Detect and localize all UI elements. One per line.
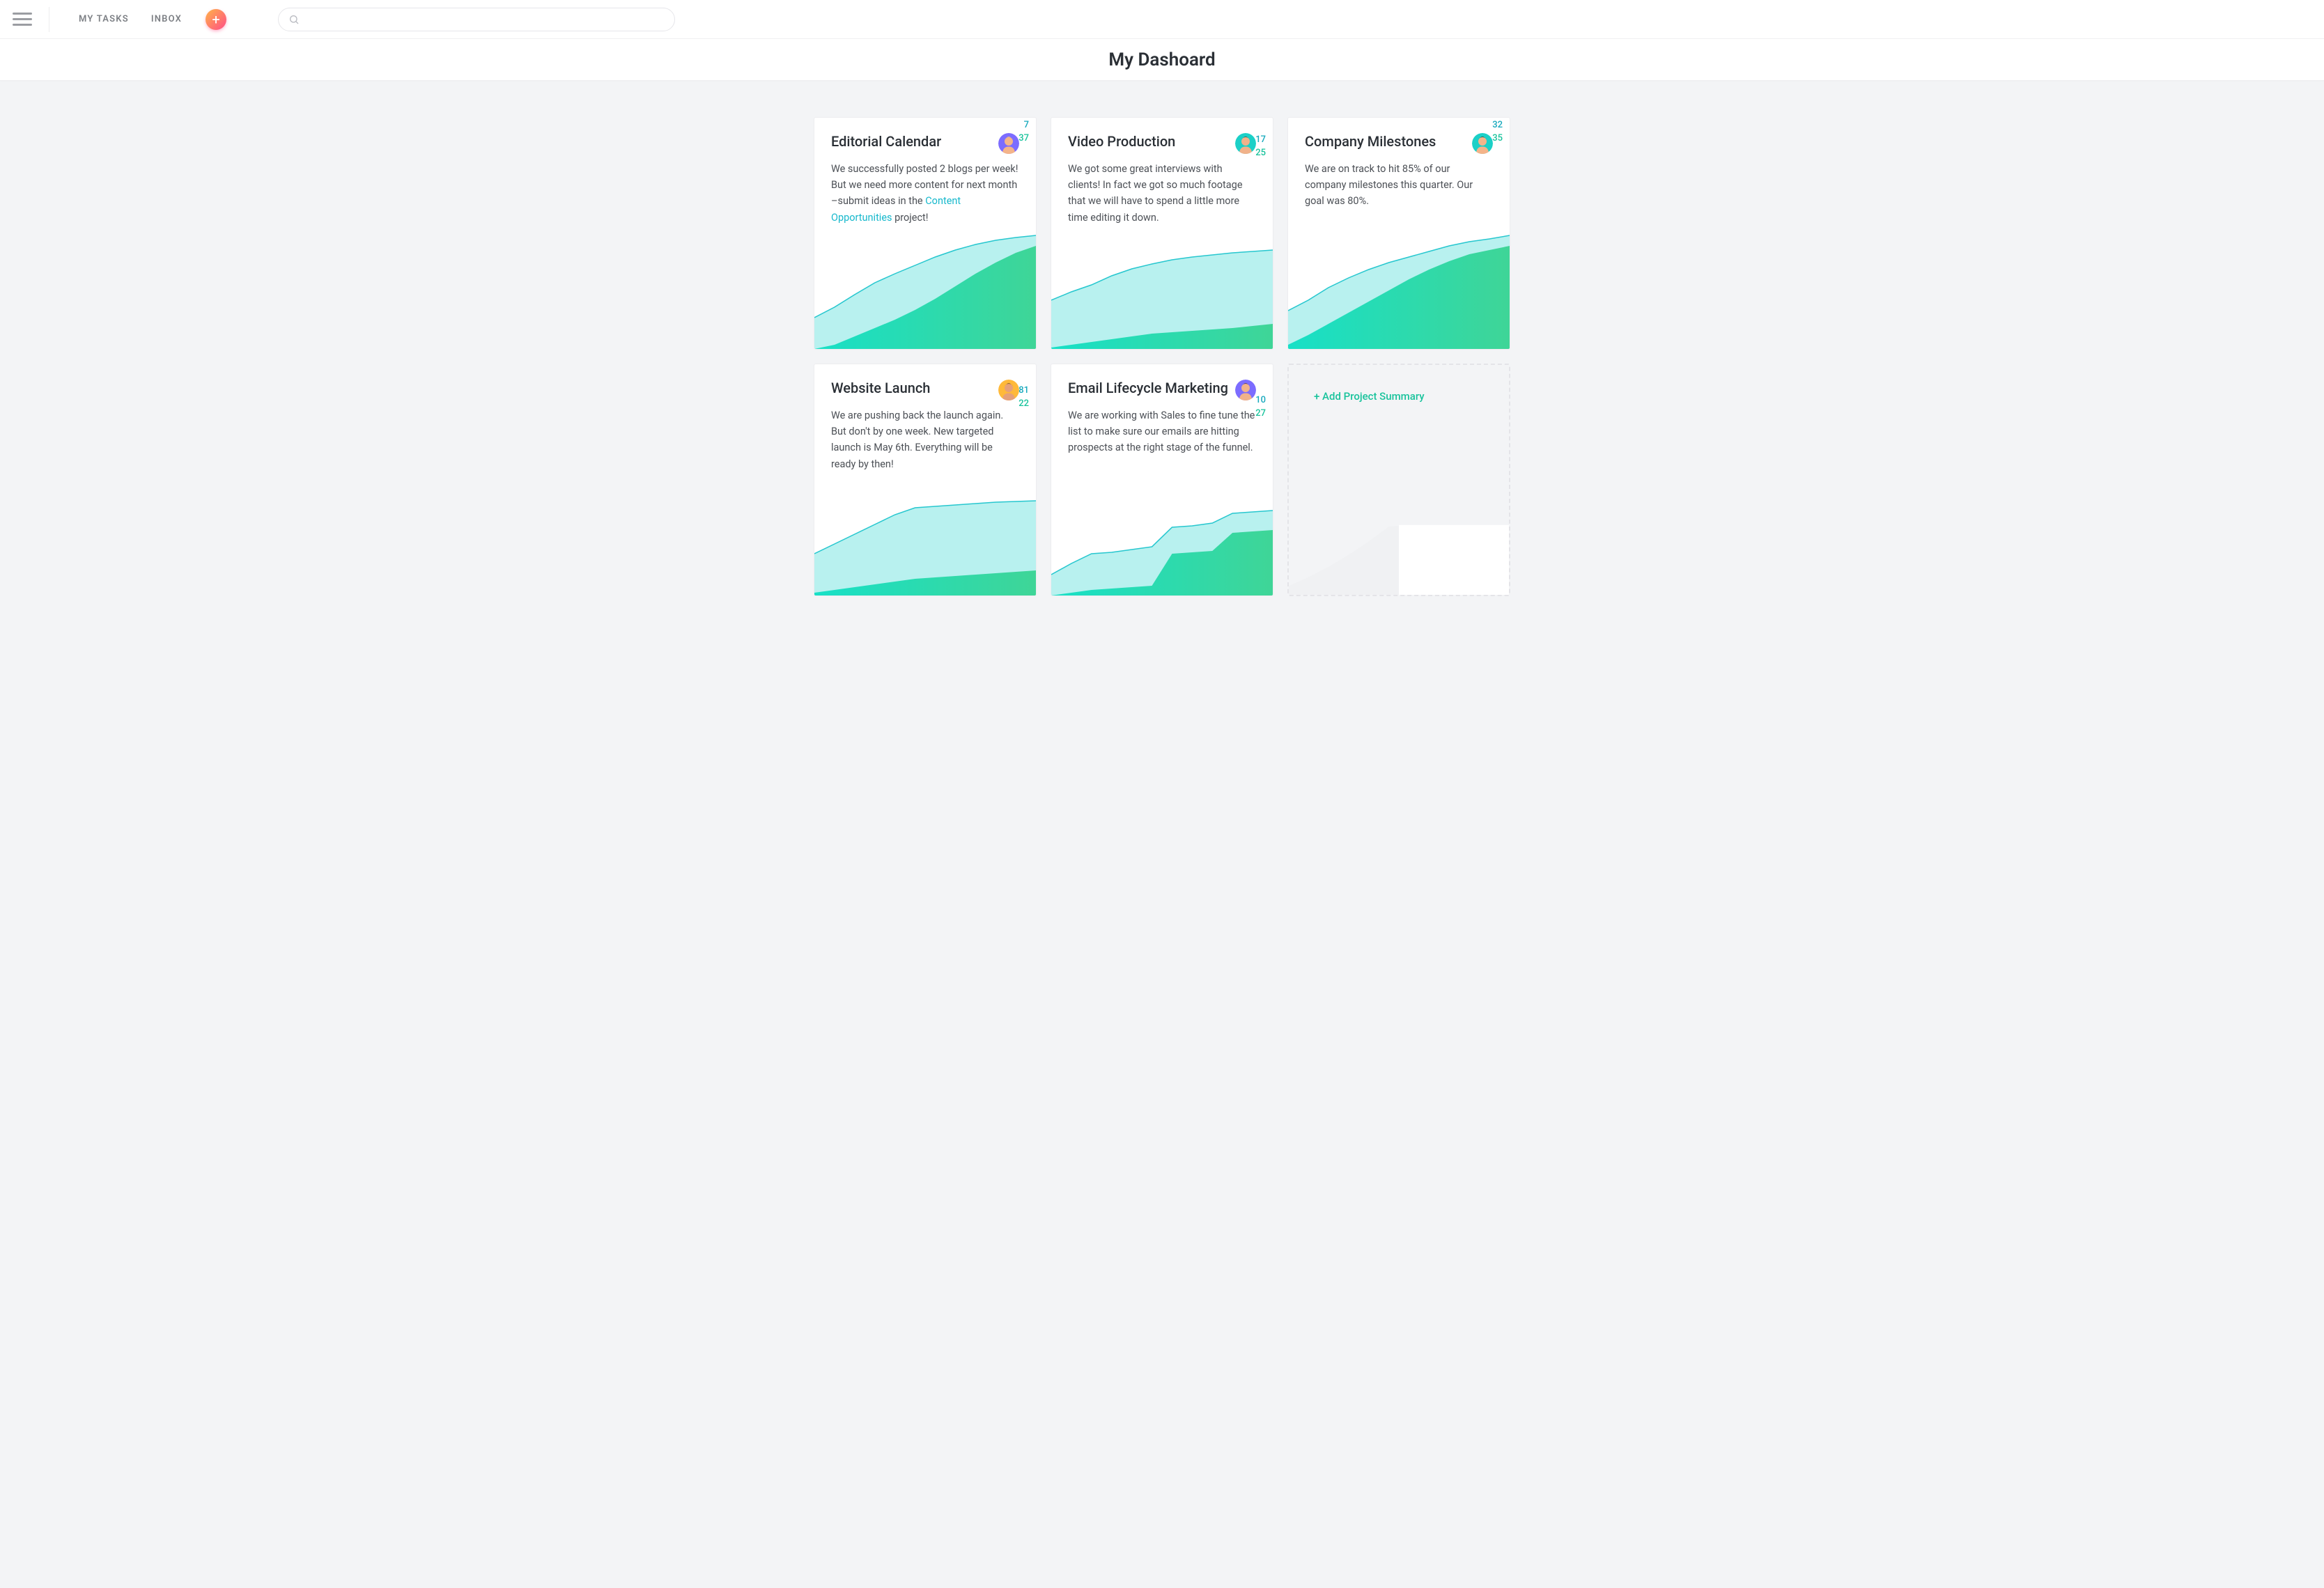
metric-bottom: 22 <box>1018 398 1029 409</box>
hamburger-menu-icon[interactable] <box>13 10 32 29</box>
search-field[interactable] <box>278 8 675 31</box>
card-title: Editorial Calendar <box>831 133 941 150</box>
card-body: We are pushing back the launch again. Bu… <box>814 400 1036 472</box>
project-card[interactable]: Email Lifecycle Marketing We are working… <box>1051 364 1273 596</box>
metric-top: 17 <box>1255 134 1266 145</box>
card-body: We are on track to hit 85% of our compan… <box>1288 154 1510 210</box>
metric-top: 32 <box>1492 120 1503 130</box>
card-body: We got some great interviews with client… <box>1051 154 1273 226</box>
avatar[interactable] <box>1472 133 1493 154</box>
titlebar: My Dashoard <box>0 39 2324 81</box>
nav-inbox[interactable]: INBOX <box>151 14 182 24</box>
topbar: MY TASKS INBOX + <box>0 0 2324 39</box>
add-button[interactable]: + <box>206 9 226 30</box>
project-card[interactable]: Video Production We got some great inter… <box>1051 117 1273 350</box>
nav-my-tasks[interactable]: MY TASKS <box>79 14 129 24</box>
card-body: We are working with Sales to fine tune t… <box>1051 400 1273 456</box>
project-card[interactable]: Company Milestones We are on track to hi… <box>1287 117 1510 350</box>
add-project-label[interactable]: + Add Project Summary <box>1314 390 1425 403</box>
mini-chart <box>1051 474 1273 596</box>
dashboard-grid: Editorial Calendar We successfully poste… <box>0 81 2324 638</box>
avatar[interactable] <box>998 380 1019 400</box>
metric-bottom: 27 <box>1255 408 1266 419</box>
card-title: Email Lifecycle Marketing <box>1068 380 1228 396</box>
search-input[interactable] <box>305 14 665 25</box>
mini-chart <box>814 474 1036 596</box>
project-card[interactable]: Website Launch We are pushing back the l… <box>814 364 1037 596</box>
metric-bottom: 25 <box>1255 148 1266 158</box>
search-icon <box>288 14 300 25</box>
plus-icon: + <box>212 13 219 26</box>
card-title: Video Production <box>1068 133 1175 150</box>
metric-top: 7 <box>1024 120 1029 130</box>
mini-chart <box>1051 228 1273 349</box>
ghost-chart <box>1289 483 1509 595</box>
mini-chart <box>814 228 1036 349</box>
metric-top: 81 <box>1018 385 1029 396</box>
add-project-card[interactable]: + Add Project Summary <box>1287 364 1510 596</box>
avatar[interactable] <box>1235 380 1256 400</box>
nav-links: MY TASKS INBOX <box>79 14 182 24</box>
avatar[interactable] <box>1235 133 1256 154</box>
card-body: We successfully posted 2 blogs per week!… <box>814 154 1036 226</box>
page-title: My Dashoard <box>1108 49 1215 70</box>
avatar[interactable] <box>998 133 1019 154</box>
mini-chart <box>1288 228 1510 349</box>
card-title: Website Launch <box>831 380 930 396</box>
metric-bottom: 37 <box>1018 133 1029 143</box>
metric-bottom: 35 <box>1492 133 1503 143</box>
card-title: Company Milestones <box>1305 133 1436 150</box>
metric-top: 10 <box>1255 395 1266 405</box>
project-card[interactable]: Editorial Calendar We successfully poste… <box>814 117 1037 350</box>
